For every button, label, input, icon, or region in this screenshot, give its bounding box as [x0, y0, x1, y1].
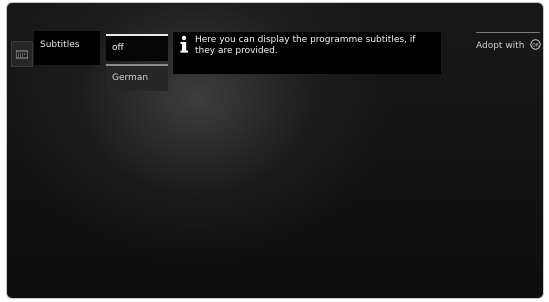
menu-item-subtitles[interactable]: Subtitles: [34, 31, 100, 65]
option-off[interactable]: off: [106, 34, 168, 61]
option-german[interactable]: German: [106, 64, 168, 91]
svg-text:OK: OK: [533, 42, 541, 48]
info-text: Here you can display the programme subti…: [195, 35, 416, 56]
option-label: German: [112, 73, 149, 83]
tv-screen: Subtitles off German Here you can displa…: [6, 2, 544, 299]
subtitles-menu-icon: [11, 41, 33, 67]
ok-button-icon: OK: [530, 39, 541, 50]
menu-item-label: Subtitles: [40, 40, 80, 50]
info-icon: [180, 35, 188, 53]
adopt-label: Adopt with: [476, 41, 525, 51]
adopt-hint: Adopt with OK: [476, 32, 541, 52]
option-label: off: [112, 43, 124, 53]
info-panel: Here you can display the programme subti…: [173, 32, 441, 74]
